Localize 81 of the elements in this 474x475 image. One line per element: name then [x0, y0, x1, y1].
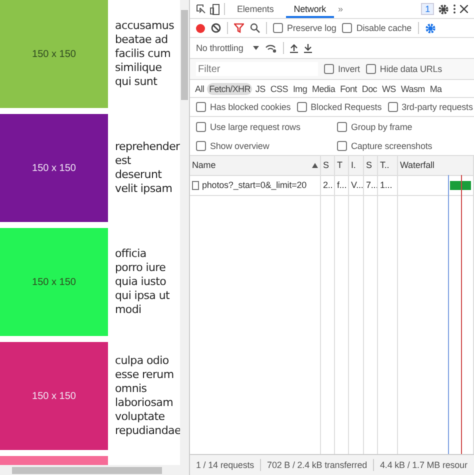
checkbox[interactable] — [273, 23, 283, 33]
checkbox-label: Use large request rows — [210, 122, 300, 132]
clear-icon[interactable] — [211, 23, 221, 33]
checkbox-label: Group by frame — [351, 122, 412, 132]
type-filter[interactable]: JS — [253, 82, 268, 94]
column-header[interactable]: S — [366, 156, 372, 175]
checkbox[interactable] — [196, 122, 206, 132]
photo-title: accusamus beatae ad facilis cum similique qui sunt — [115, 19, 175, 89]
sort-icon — [312, 163, 318, 168]
status-text: 702 B / 2.4 kB transferred — [267, 460, 368, 470]
photo-title: officia porro iure quia iusto qui ipsa ut modi — [115, 247, 170, 317]
placeholder-label: 150 x 150 — [32, 48, 76, 60]
type-filter[interactable]: All — [193, 82, 206, 94]
download-icon[interactable] — [304, 44, 312, 52]
panel-tab[interactable]: Elements — [229, 0, 282, 18]
table-cell-text: f... — [337, 179, 347, 192]
checkbox-label: 3rd-party requests — [402, 102, 473, 112]
checkbox-label: Capture screenshots — [351, 140, 432, 150]
checkbox[interactable] — [337, 140, 347, 150]
placeholder-label: 150 x 150 — [32, 162, 76, 174]
caret-icon — [253, 46, 260, 50]
type-filter[interactable]: Media — [310, 82, 338, 94]
type-filter[interactable]: Wasm — [398, 82, 427, 94]
checkbox-label: Blocked Requests — [310, 102, 382, 112]
placeholder-label: 150 x 150 — [32, 276, 76, 288]
column-header[interactable]: S — [323, 156, 329, 175]
device-icon[interactable] — [210, 4, 220, 14]
checkbox[interactable] — [196, 102, 206, 112]
checkbox[interactable] — [324, 64, 334, 74]
search-icon[interactable] — [250, 23, 260, 33]
checkbox-label: Hide data URLs — [380, 64, 442, 74]
horizontal-scrollbar[interactable] — [0, 465, 189, 475]
close-icon[interactable] — [460, 5, 468, 13]
column-header[interactable]: T — [337, 156, 342, 175]
checkbox[interactable] — [366, 64, 376, 74]
waterfall-bar — [450, 181, 471, 190]
checkbox-label: Has blocked cookies — [210, 102, 291, 112]
type-filter[interactable]: Doc — [360, 82, 379, 94]
checkbox-label: Preserve log — [287, 23, 336, 33]
type-filter[interactable]: Font — [338, 82, 359, 94]
status-text: 1 / 14 requests — [196, 460, 254, 470]
table-cell-text: 1... — [380, 179, 392, 192]
checkbox-label: Show overview — [210, 140, 270, 150]
type-filter[interactable]: CSS — [268, 82, 290, 94]
checkbox[interactable] — [342, 23, 352, 33]
inspect-icon[interactable] — [196, 4, 206, 14]
type-filter[interactable]: Ma — [428, 82, 444, 94]
upload-icon[interactable] — [290, 44, 298, 52]
more-tabs[interactable]: » — [338, 4, 343, 14]
type-filter[interactable]: Fetch/XHR — [207, 82, 252, 94]
wifi-settings-icon[interactable] — [265, 44, 278, 52]
checkbox-label: Invert — [338, 64, 360, 74]
filter-field[interactable]: Filter — [196, 62, 318, 76]
panel-tab[interactable]: Network — [286, 0, 334, 18]
column-header[interactable]: Waterfall — [400, 156, 434, 175]
table-cell-text: 7... — [366, 179, 377, 192]
filter-icon[interactable] — [234, 23, 244, 33]
column-header[interactable]: T.. — [380, 156, 390, 175]
table-cell-text: 2.. — [323, 179, 333, 192]
document-icon — [192, 181, 199, 190]
more-icon[interactable] — [453, 4, 456, 14]
record-button[interactable] — [196, 24, 205, 32]
table-cell-text: V... — [351, 179, 363, 192]
column-header[interactable]: Name — [192, 156, 216, 175]
throttling-select[interactable]: No throttling — [196, 43, 260, 53]
table-cell-text: photos?_start=0&_limit=20 — [202, 179, 307, 192]
placeholder-label: 150 x 150 — [32, 390, 76, 402]
type-filter[interactable]: WS — [380, 82, 398, 94]
settings-icon[interactable] — [438, 4, 449, 14]
checkbox[interactable] — [196, 140, 206, 150]
request-row[interactable]: photos?_start=0&_limit=20 2.. f... V... 7... 1... — [190, 176, 474, 196]
checkbox[interactable] — [388, 102, 398, 112]
settings-icon[interactable] — [424, 22, 436, 34]
issues-badge[interactable]: 1 — [421, 3, 434, 15]
type-filter[interactable]: Img — [290, 82, 310, 94]
checkbox[interactable] — [337, 122, 347, 132]
checkbox[interactable] — [296, 102, 307, 112]
scrollbar[interactable] — [180, 0, 189, 465]
checkbox-label: Disable cache — [356, 23, 412, 33]
status-text: 4.4 kB / 1.7 MB resour — [380, 460, 468, 470]
column-header[interactable]: I. — [351, 156, 356, 175]
